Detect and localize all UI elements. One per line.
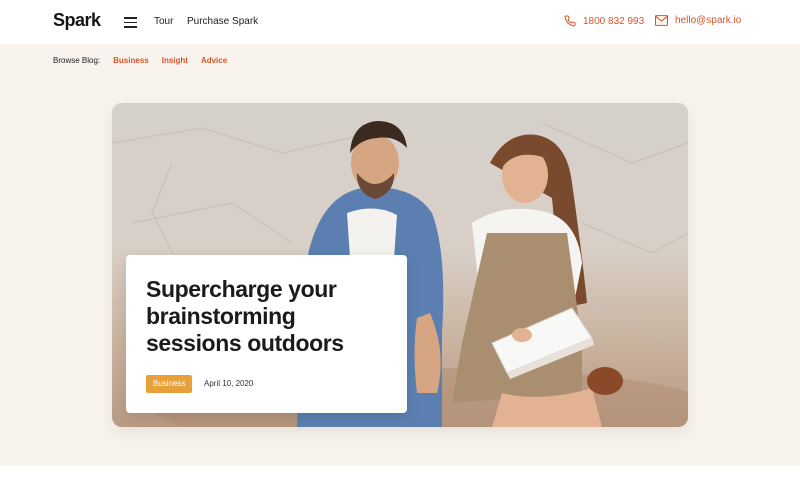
logo[interactable]: Spark (53, 10, 101, 31)
nav-purchase-link[interactable]: Purchase Spark (187, 16, 258, 27)
site-header: Spark Tour Purchase Spark 1800 832 993 h… (0, 0, 800, 44)
article-card[interactable]: Supercharge your brainstorming sessions … (126, 255, 407, 413)
browse-label: Browse Blog: (53, 56, 101, 65)
contact-phone[interactable]: 1800 832 993 (564, 15, 644, 27)
browse-link-business[interactable]: Business (113, 56, 149, 65)
mail-icon (655, 15, 668, 26)
email-address: hello@spark.io (675, 15, 742, 26)
article-title[interactable]: Supercharge your brainstorming sessions … (146, 276, 396, 357)
nav-tour-link[interactable]: Tour (154, 16, 173, 27)
blog-section: Browse Blog: Business Insight Advice Sup… (0, 44, 800, 466)
hamburger-menu-icon[interactable] (124, 17, 137, 28)
woman-figure (452, 134, 623, 427)
browse-link-advice[interactable]: Advice (201, 56, 227, 65)
phone-icon (564, 15, 576, 27)
browse-link-insight[interactable]: Insight (162, 56, 188, 65)
footer-strip (0, 466, 800, 500)
contact-email[interactable]: hello@spark.io (655, 15, 741, 26)
category-tag[interactable]: Business (146, 375, 193, 393)
browse-blog-bar: Browse Blog: Business Insight Advice (53, 56, 227, 65)
publish-date: April 10, 2020 (204, 379, 254, 388)
phone-number: 1800 832 993 (583, 15, 645, 27)
